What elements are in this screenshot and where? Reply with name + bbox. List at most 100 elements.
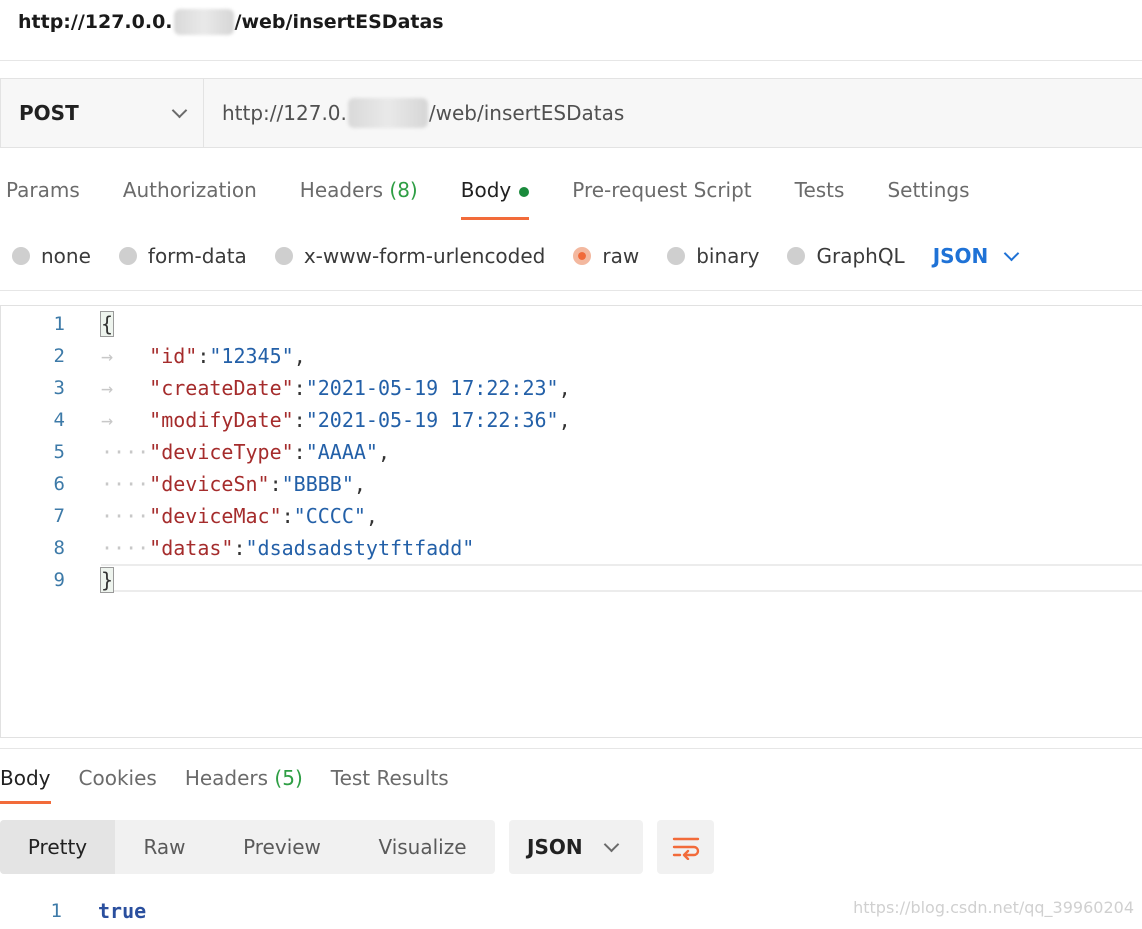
json-key: "deviceMac" [149,504,282,528]
json-key: "modifyDate" [149,408,294,432]
url-suffix: /web/insertESDatas [428,101,625,125]
json-value: "2021-05-19 17:22:36" [305,408,559,432]
tab-body[interactable]: Body [460,168,530,220]
radio-raw[interactable]: raw [573,244,639,268]
space-indent-icon: ···· [101,440,150,464]
radio-label: x-www-form-urlencoded [303,244,546,268]
tab-pre-request-script[interactable]: Pre-request Script [572,168,751,220]
status-dot-icon [519,186,530,197]
view-preview-button[interactable]: Preview [214,820,350,874]
chevron-down-icon [171,102,188,119]
body-type-options: none form-data x-www-form-urlencoded raw… [12,238,1020,274]
radio-circle-icon [118,247,137,265]
radio-label: GraphQL [816,244,905,268]
json-key: "id" [149,344,198,368]
body-editor[interactable]: 1 { 2 → "id":"12345", 3 → "createDate":"… [0,305,1142,738]
url-input[interactable]: http://127.0. /web/insertESDatas [204,79,1142,147]
radio-none[interactable]: none [12,244,91,268]
tab-indent-icon: → [101,376,150,400]
divider [0,748,1142,749]
code-line: 6 ····"deviceSn":"BBBB", [1,468,1142,500]
open-brace: { [99,311,115,337]
wrap-lines-icon [672,837,699,860]
tab-params[interactable]: Params [6,168,80,220]
tab-label: Test Results [330,766,449,790]
json-value: "BBBB" [281,472,354,496]
tab-label: Headers [184,766,269,790]
space-indent-icon: ···· [101,472,150,496]
body-language-select[interactable]: JSON [933,244,1020,268]
chevron-down-icon [603,836,620,853]
code-line: 4 → "modifyDate":"2021-05-19 17:22:36", [1,404,1142,436]
tab-headers[interactable]: Headers (8) [300,168,418,220]
divider [0,60,1142,61]
line-number: 5 [53,441,65,463]
method-select[interactable]: POST [1,79,204,147]
radio-label: binary [696,244,760,268]
response-format-bar: Pretty Raw Preview Visualize JSON [0,820,714,874]
tab-label: Body [460,178,512,202]
radio-circle-icon [667,247,686,265]
json-comma: , [293,344,306,368]
tab-authorization[interactable]: Authorization [123,168,257,220]
watermark: https://blog.csdn.net/qq_39960204 [853,898,1134,917]
tab-label: Authorization [122,178,257,202]
url-prefix: http://127.0. [222,101,347,125]
json-comma: , [377,440,391,464]
space-indent-icon: ···· [101,504,150,528]
tab-label: Pre-request Script [572,178,752,202]
radio-label: none [41,244,91,268]
json-value: "2021-05-19 17:22:23" [305,376,559,400]
json-value: "12345" [209,344,294,368]
code-line: 5 ····"deviceType":"AAAA", [1,436,1142,468]
json-key: "datas" [149,536,234,560]
tab-cookies[interactable]: Cookies [79,760,157,804]
view-mode-segment: Pretty Raw Preview Visualize [0,820,495,874]
tab-label: Body [0,766,51,790]
code-line: 7 ····"deviceMac":"CCCC", [1,500,1142,532]
tab-label: Headers [299,178,384,202]
line-number: 4 [53,409,65,431]
response-format-select[interactable]: JSON [509,820,643,874]
json-key: "deviceSn" [149,472,270,496]
radio-label: form-data [147,244,247,268]
code-line: 2 → "id":"12345", [1,340,1142,372]
json-value: "CCCC" [293,504,366,528]
request-bar: POST http://127.0. /web/insertESDatas [0,78,1142,148]
tab-tests[interactable]: Tests [795,168,845,220]
radio-circle-icon [787,247,806,265]
view-pretty-button[interactable]: Pretty [0,820,115,874]
line-number: 1 [53,313,65,335]
json-value: "AAAA" [305,440,378,464]
radio-binary[interactable]: binary [667,244,759,268]
line-number: 2 [53,345,65,367]
headers-count: (5) [274,766,303,790]
response-code-line: 1 true [0,896,147,926]
json-comma: , [558,408,571,432]
line-number: 1 [50,900,62,922]
title-url-suffix: /web/insertESDatas [234,11,444,33]
json-comma: , [558,376,571,400]
tab-response-headers[interactable]: Headers (5) [185,760,303,804]
radio-x-www-form-urlencoded[interactable]: x-www-form-urlencoded [274,244,546,268]
radio-graphql[interactable]: GraphQL [787,244,905,268]
view-raw-button[interactable]: Raw [115,820,214,874]
redacted-blur [173,9,234,35]
method-label: POST [19,101,79,125]
json-key: "deviceType" [149,440,294,464]
json-key: "createDate" [149,376,294,400]
radio-form-data[interactable]: form-data [118,244,247,268]
line-number: 7 [53,505,65,527]
divider [0,290,1142,291]
tab-label: Tests [794,178,845,202]
tab-label: Settings [887,178,970,202]
request-title: http://127.0.0. /web/insertESDatas [18,6,444,38]
tab-test-results[interactable]: Test Results [331,760,449,804]
wrap-lines-button[interactable] [657,820,714,874]
response-tabs: Body Cookies Headers (5) Test Results [0,760,477,804]
json-value: "dsadsadstytftfadd" [245,536,475,560]
tab-response-body[interactable]: Body [0,760,51,804]
view-visualize-button[interactable]: Visualize [350,820,495,874]
tab-settings[interactable]: Settings [887,168,969,220]
json-comma: , [365,504,378,528]
